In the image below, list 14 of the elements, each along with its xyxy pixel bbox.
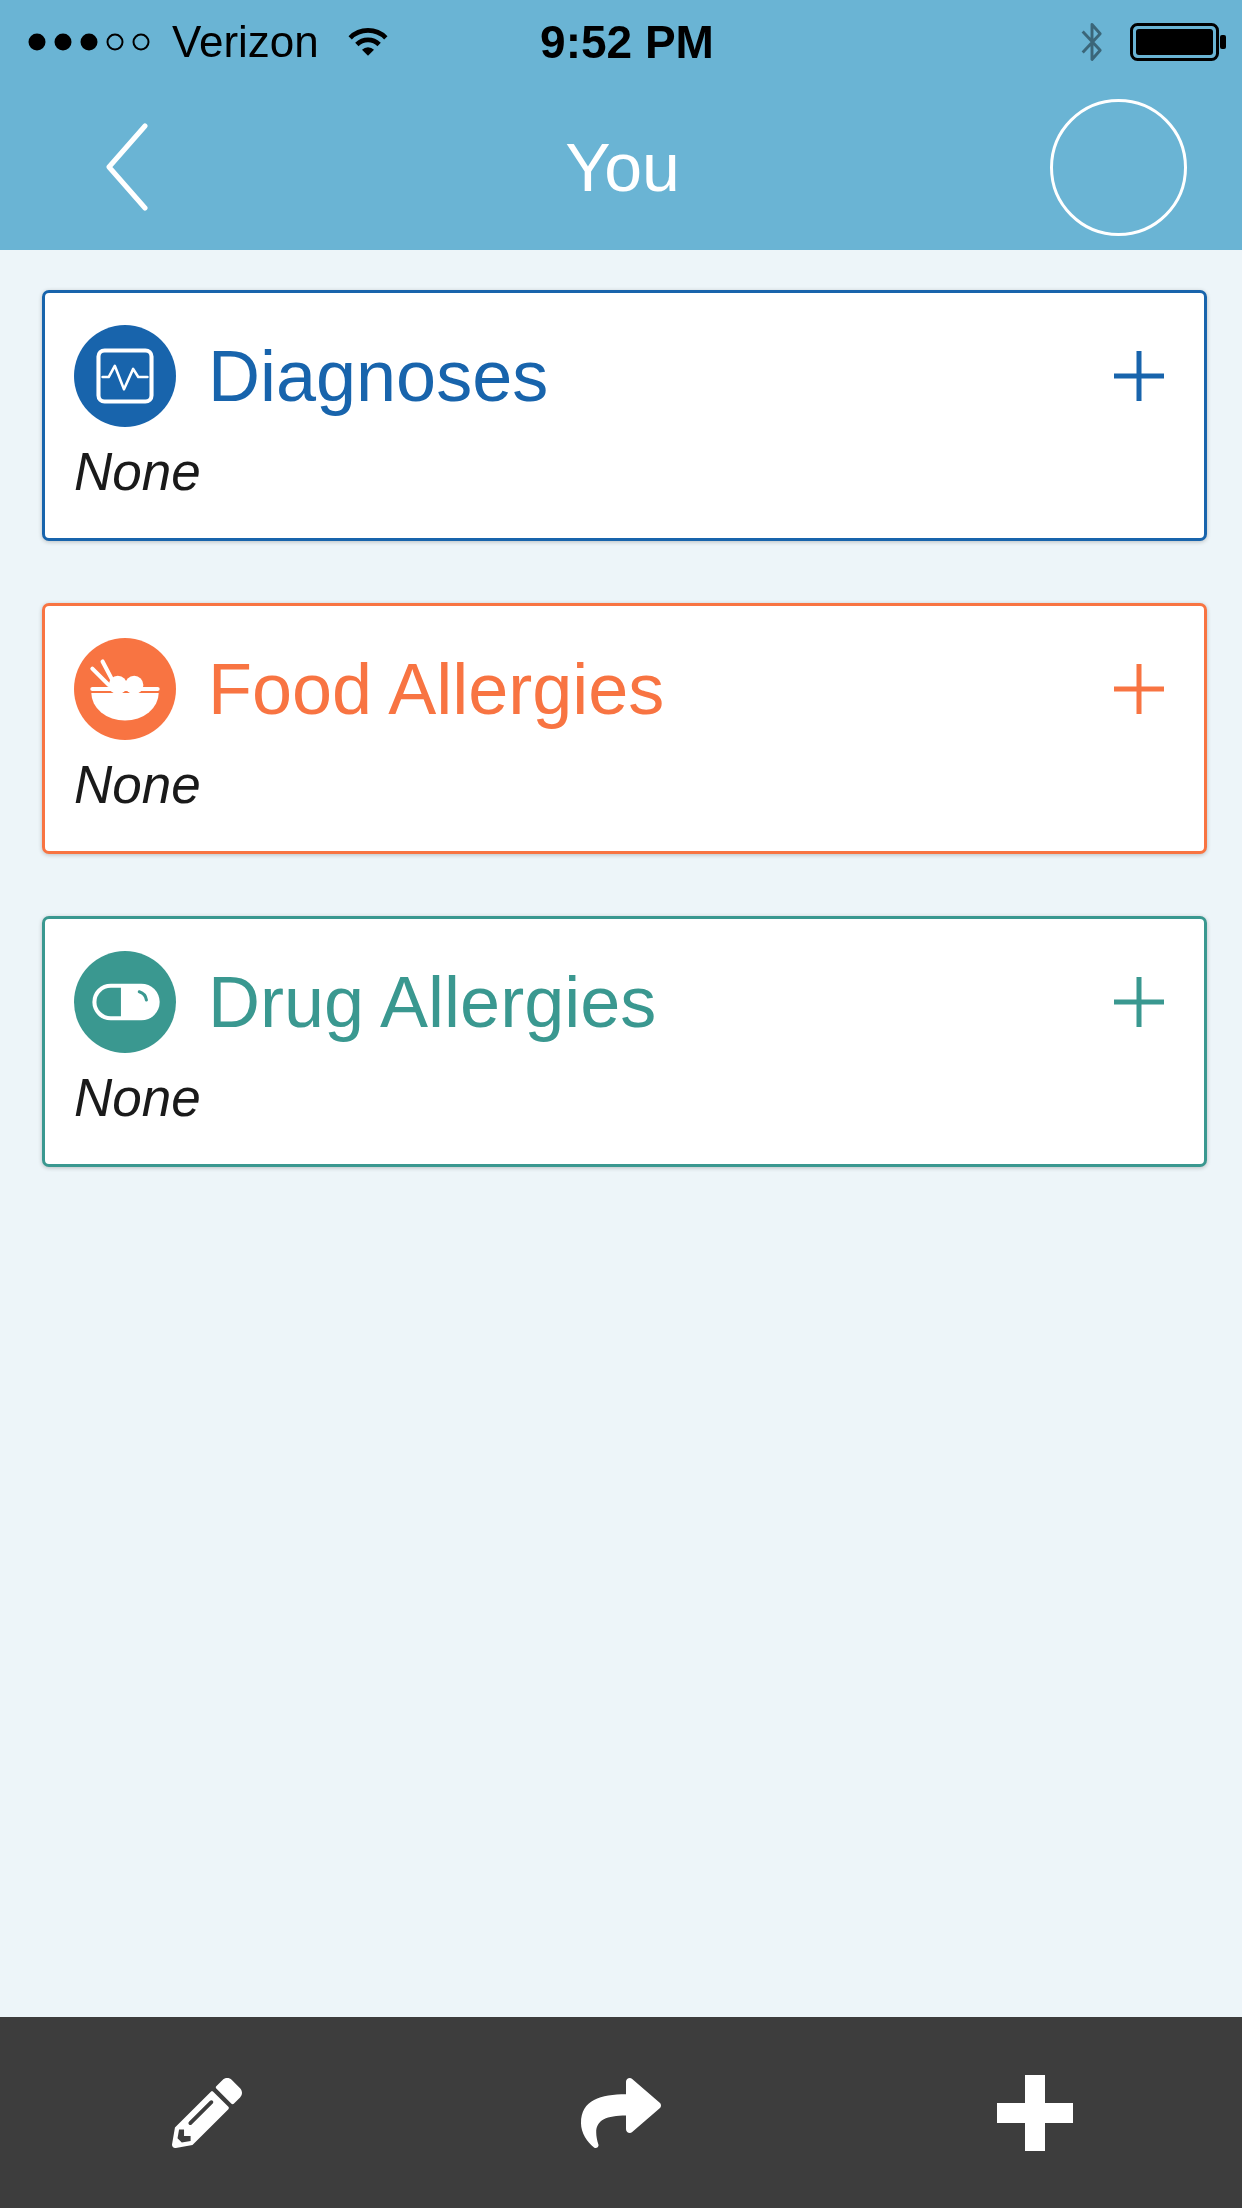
card-value: None [74, 758, 201, 811]
plus-icon [1114, 664, 1164, 714]
plus-icon [1114, 977, 1164, 1027]
card-value: None [74, 1071, 201, 1124]
wifi-icon [346, 26, 389, 58]
status-time: 9:52 PM [540, 19, 714, 65]
plus-icon [1114, 351, 1164, 401]
plus-icon [997, 2074, 1073, 2151]
carrier-name: Verizon [172, 20, 319, 64]
battery-icon [1130, 23, 1226, 61]
screen-title: You [565, 133, 680, 201]
card-value: None [74, 445, 201, 498]
chevron-left-icon [104, 123, 149, 211]
pencil-icon [172, 2077, 242, 2148]
